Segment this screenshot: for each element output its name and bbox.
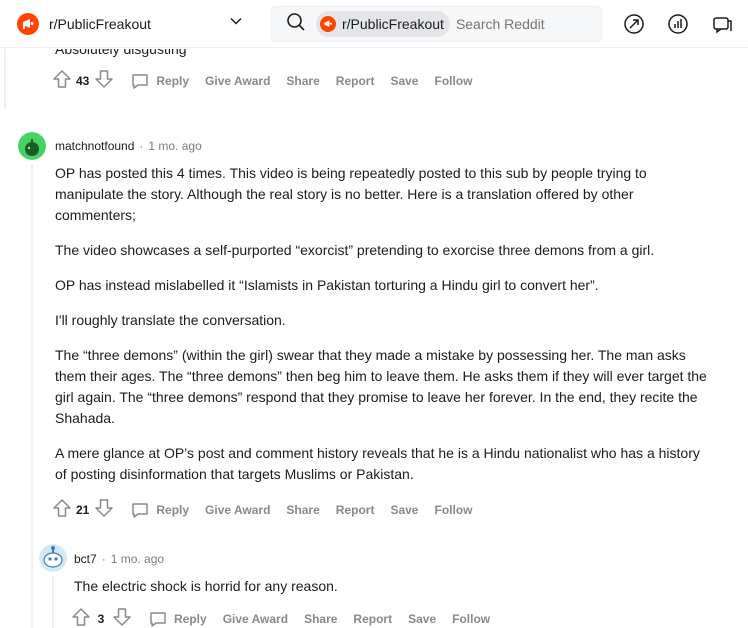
comment-actions: 3 Reply Give Award Share Report Save Fol… — [71, 607, 490, 628]
upvote-icon[interactable] — [52, 69, 72, 94]
subreddit-name: r/PublicFreakout — [49, 15, 151, 32]
comment-text: Absolutely disgusting — [55, 49, 187, 57]
reply-button[interactable]: Reply — [130, 500, 189, 520]
give-award-button[interactable]: Give Award — [223, 612, 288, 626]
username[interactable]: bct7 — [74, 552, 97, 566]
reply-button[interactable]: Reply — [148, 609, 207, 628]
follow-button[interactable]: Follow — [434, 503, 472, 517]
username[interactable]: matchnotfound — [55, 139, 134, 153]
share-button[interactable]: Share — [286, 503, 319, 517]
save-button[interactable]: Save — [408, 612, 436, 626]
vote-box: 43 — [52, 69, 114, 94]
search-icon — [286, 12, 306, 37]
report-button[interactable]: Report — [353, 612, 392, 626]
thread-line[interactable] — [4, 49, 6, 109]
reply-label: Reply — [156, 503, 190, 517]
thread-line[interactable] — [52, 576, 54, 628]
save-button[interactable]: Save — [390, 74, 418, 88]
share-button[interactable]: Share — [286, 74, 319, 88]
comment-paragraph: The video showcases a self-purported “ex… — [55, 242, 655, 258]
timestamp[interactable]: 1 mo. ago — [111, 552, 164, 566]
search-subreddit-chip[interactable]: r/PublicFreakout — [316, 11, 450, 37]
upvote-icon[interactable] — [71, 607, 91, 628]
downvote-icon[interactable] — [94, 498, 114, 523]
comment-actions: 21 Reply Give Award Share Report Save Fo… — [52, 498, 472, 522]
separator-dot: · — [139, 139, 144, 153]
popular-icon[interactable] — [622, 12, 646, 36]
give-award-button[interactable]: Give Award — [205, 503, 270, 517]
give-award-button[interactable]: Give Award — [205, 74, 270, 88]
search-chip-label: r/PublicFreakout — [342, 16, 444, 32]
vote-box: 3 — [71, 607, 132, 628]
downvote-icon[interactable] — [112, 607, 132, 628]
downvote-icon[interactable] — [94, 69, 114, 94]
comment-paragraph: The “three demons” (within the girl) swe… — [55, 347, 707, 426]
search-input[interactable] — [455, 16, 566, 32]
mod-icon[interactable] — [710, 12, 734, 36]
stats-icon[interactable] — [666, 12, 690, 36]
vote-count: 21 — [76, 503, 90, 517]
avatar[interactable] — [39, 544, 67, 572]
upvote-icon[interactable] — [52, 498, 72, 523]
comment-text: The electric shock is horrid for any rea… — [74, 578, 338, 594]
comment-paragraph: OP has instead mislabelled it “Islamists… — [55, 277, 599, 293]
comment-paragraph: OP has posted this 4 times. This video i… — [55, 165, 647, 223]
reply-button[interactable]: Reply — [130, 71, 189, 91]
save-button[interactable]: Save — [390, 503, 418, 517]
subreddit-switcher[interactable]: r/PublicFreakout — [17, 6, 247, 42]
thread-line[interactable] — [31, 164, 33, 628]
search-bar[interactable]: r/PublicFreakout — [271, 6, 602, 42]
top-bar: r/PublicFreakout r/PublicFreakout — [0, 0, 748, 48]
comment-meta: matchnotfound · 1 mo. ago — [55, 139, 202, 153]
vote-count: 3 — [97, 612, 105, 626]
subreddit-icon — [320, 16, 336, 32]
comment-icon — [132, 74, 149, 89]
follow-button[interactable]: Follow — [434, 74, 472, 88]
reply-label: Reply — [174, 612, 207, 626]
follow-button[interactable]: Follow — [452, 612, 490, 626]
comment-paragraph: A mere glance at OP’s post and comment h… — [55, 445, 700, 482]
comment-thread: Absolutely disgusting 43 Reply Give Awar… — [0, 49, 748, 628]
timestamp[interactable]: 1 mo. ago — [148, 139, 201, 153]
comment-paragraph: I'll roughly translate the conversation. — [55, 312, 286, 328]
separator-dot: · — [101, 552, 106, 566]
comment-icon — [150, 612, 166, 627]
report-button[interactable]: Report — [336, 503, 375, 517]
avatar[interactable] — [18, 132, 46, 160]
subreddit-icon — [17, 12, 39, 35]
vote-count: 43 — [76, 74, 90, 88]
comment-actions: 43 Reply Give Award Share Report Save Fo… — [52, 69, 472, 93]
chevron-down-icon[interactable] — [229, 14, 243, 33]
share-button[interactable]: Share — [304, 612, 337, 626]
reply-label: Reply — [156, 74, 190, 88]
vote-box: 21 — [52, 498, 114, 523]
report-button[interactable]: Report — [336, 74, 375, 88]
comment-meta: bct7 · 1 mo. ago — [74, 552, 164, 566]
comment-icon — [132, 503, 149, 518]
comment-body: OP has posted this 4 times. This video i… — [55, 163, 715, 499]
